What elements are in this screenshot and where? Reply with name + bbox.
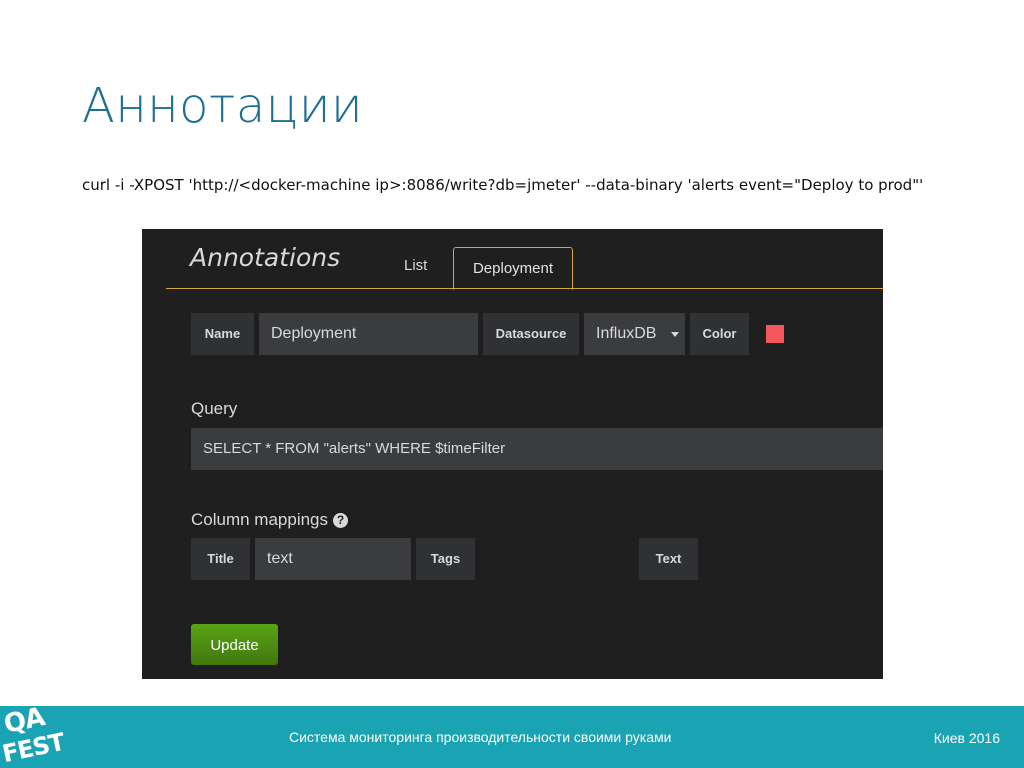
query-label: Query — [191, 399, 238, 418]
footer-location: Киев 2016 — [933, 730, 1000, 746]
datasource-select[interactable]: InfluxDB — [584, 313, 685, 355]
update-button[interactable]: Update — [191, 624, 278, 665]
slide-footer: QA FEST Система мониторинга производител… — [0, 702, 1024, 768]
help-icon[interactable]: ? — [333, 513, 349, 528]
title-input[interactable]: text — [255, 538, 411, 580]
text-label: Text — [639, 538, 698, 580]
panel-title: Annotations — [190, 243, 341, 272]
tab-list[interactable]: List — [388, 245, 443, 287]
grafana-annotations-editor: Annotations List Deployment Name Deploym… — [142, 229, 883, 679]
qafest-logo: QA FEST — [0, 702, 70, 768]
query-input[interactable]: SELECT * FROM "alerts" WHERE $timeFilter — [191, 428, 883, 470]
column-mappings-text: Column mappings — [191, 510, 329, 529]
header-divider — [166, 288, 883, 289]
footer-subtitle: Система мониторинга производительности с… — [289, 729, 672, 745]
column-mappings-label: Column mappings? — [191, 510, 349, 530]
curl-command: curl -i -XPOST 'http://<docker-machine i… — [82, 176, 924, 194]
title-label: Title — [191, 538, 250, 580]
slide-title: Аннотации — [82, 78, 364, 134]
caret-down-icon — [671, 332, 679, 337]
name-input[interactable]: Deployment — [259, 313, 478, 355]
tab-deployment[interactable]: Deployment — [453, 247, 573, 290]
datasource-value: InfluxDB — [596, 325, 657, 342]
color-swatch — [766, 325, 784, 343]
editor-header: Annotations List Deployment — [142, 229, 883, 290]
datasource-label: Datasource — [483, 313, 579, 355]
name-label: Name — [191, 313, 254, 355]
tags-label: Tags — [416, 538, 475, 580]
color-label: Color — [690, 313, 749, 355]
